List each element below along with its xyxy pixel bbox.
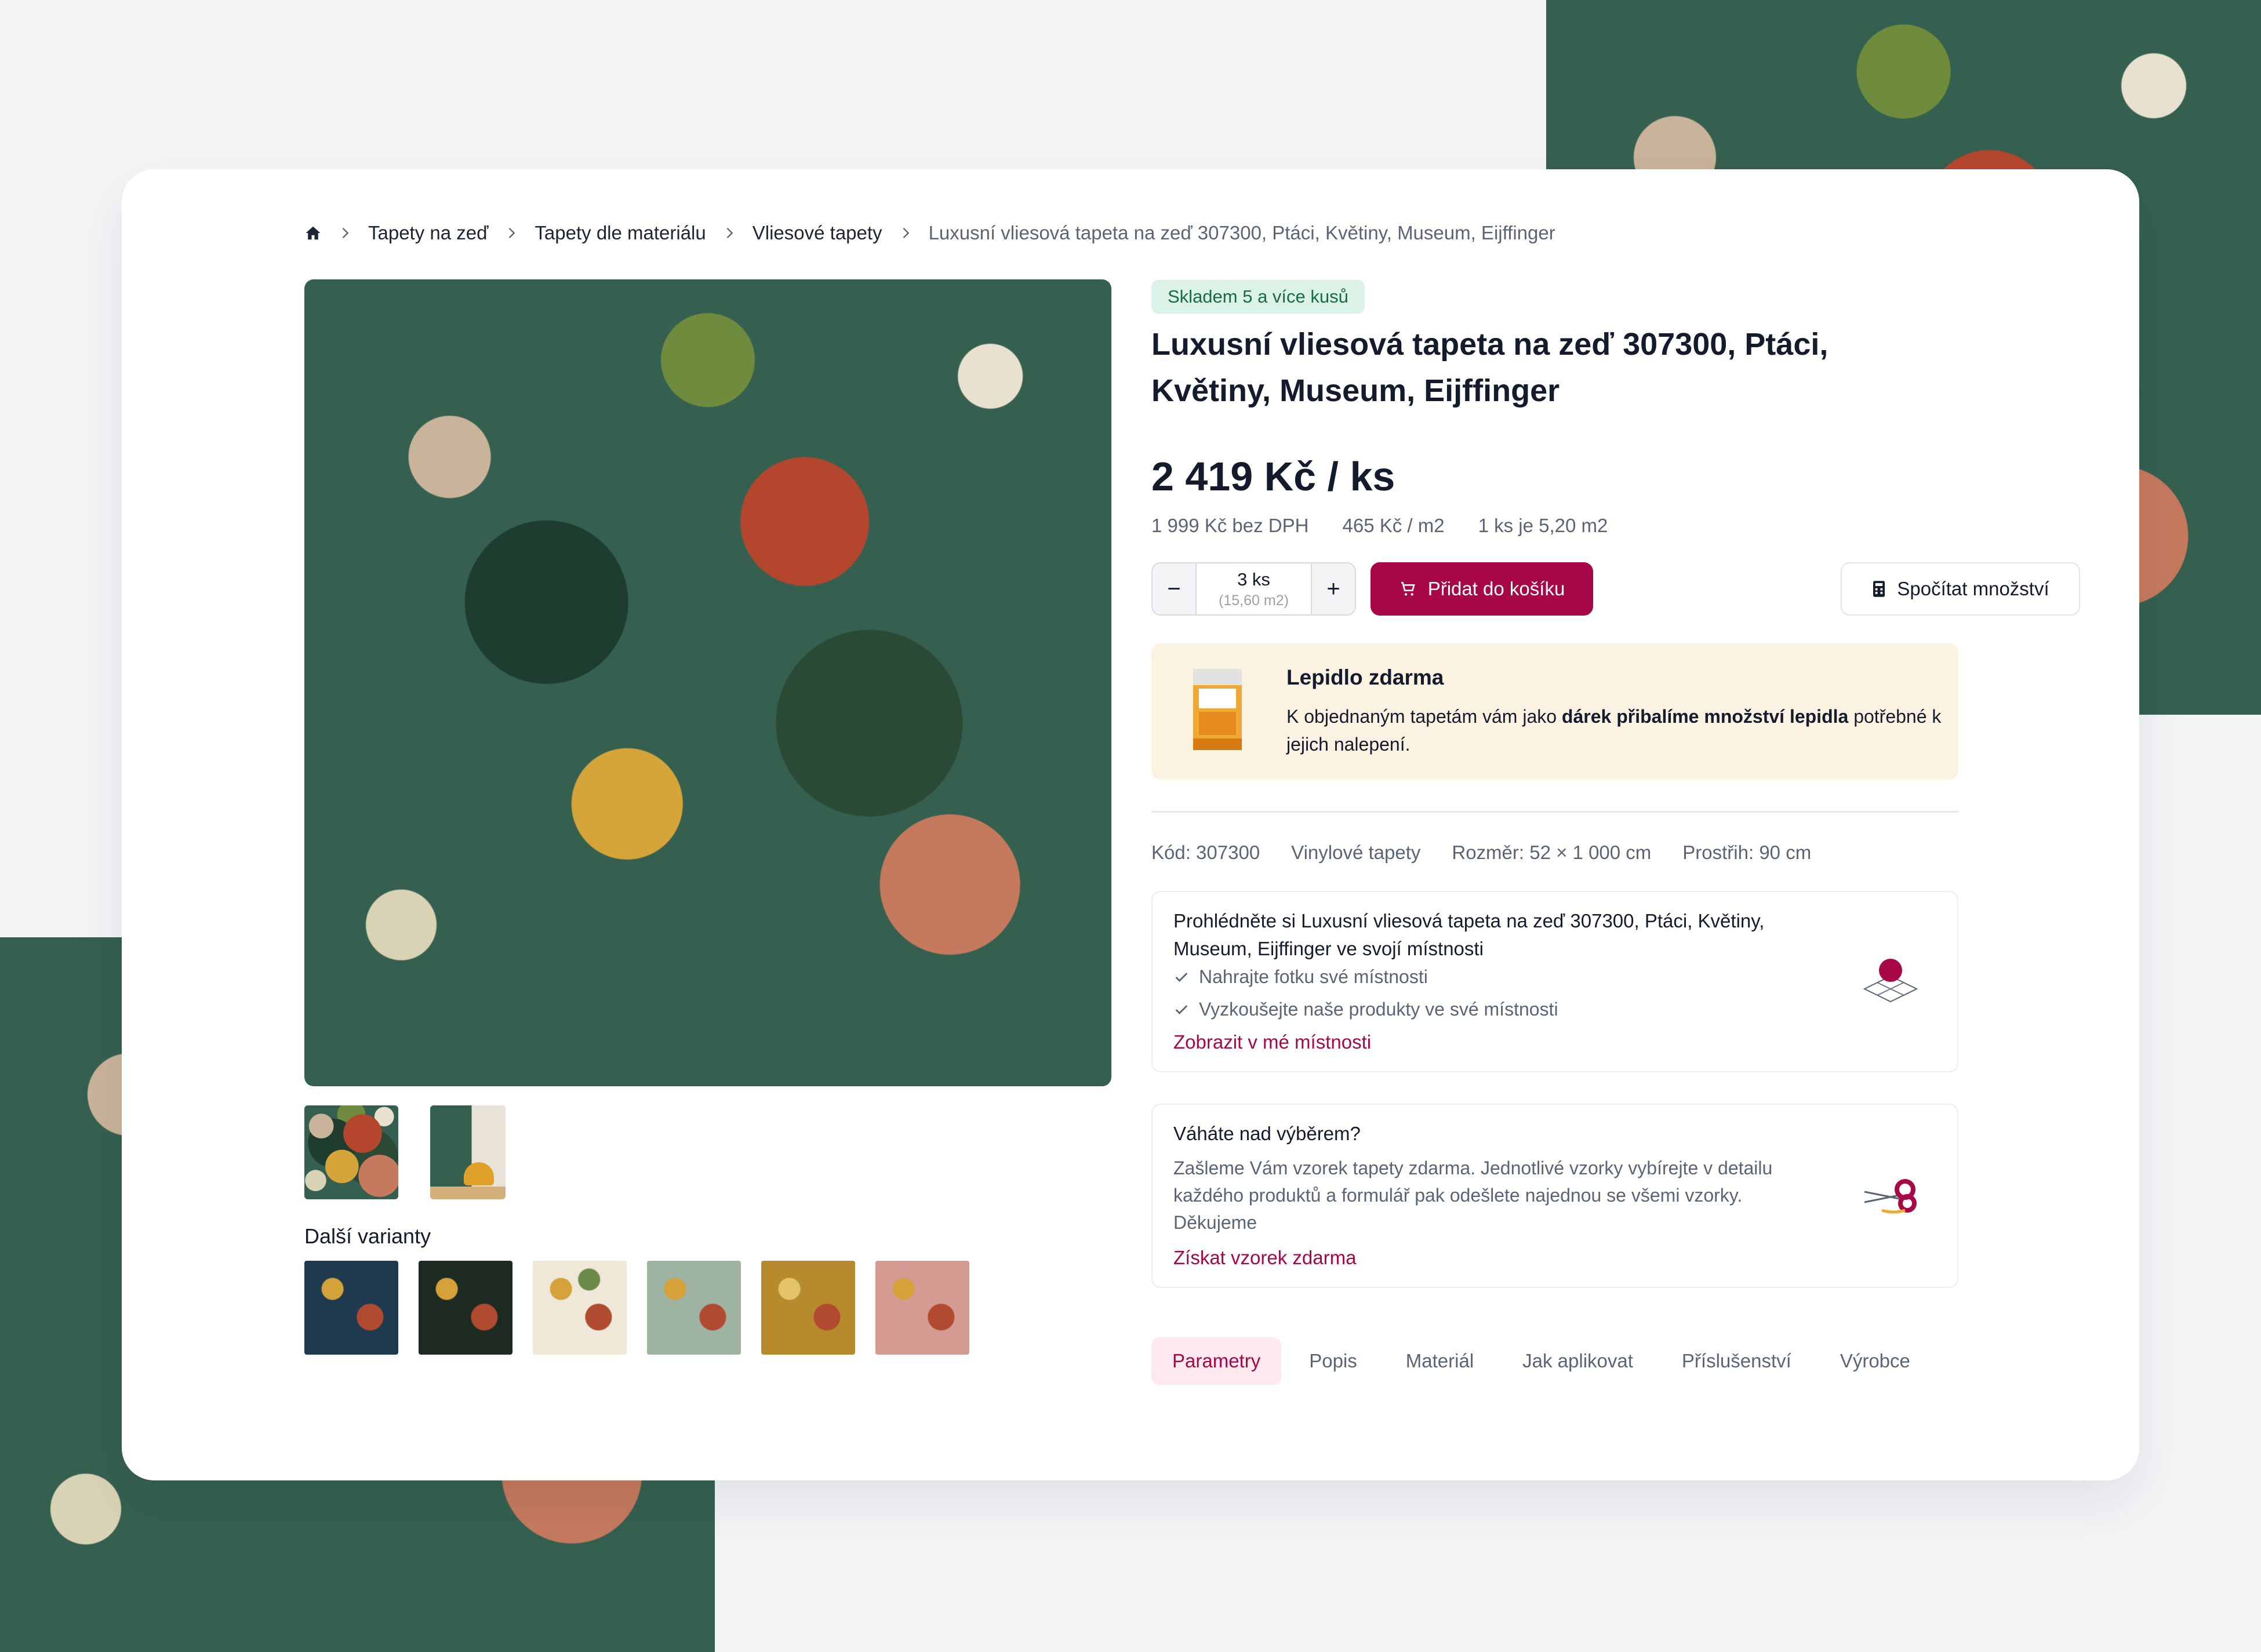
area-per-piece: 1 ks je 5,20 m2 — [1478, 515, 1608, 536]
add-to-cart-label: Přidat do košíku — [1427, 578, 1565, 599]
meta-repeat: Prostřih: 90 cm — [1682, 842, 1812, 863]
floral-pattern-image — [304, 279, 1111, 1086]
breadcrumb-current: Luxusní vliesová tapeta na zeď 307300, P… — [928, 222, 1555, 243]
quantity-area: (15,60 m2) — [1219, 592, 1289, 609]
tab-material[interactable]: Materiál — [1385, 1337, 1495, 1385]
glue-package-image — [1193, 669, 1242, 750]
variants-list — [304, 1261, 969, 1355]
quantity-increase-button[interactable]: + — [1312, 563, 1355, 614]
product-card: Tapety na zeď Tapety dle materiálu Vlies… — [122, 169, 2139, 1480]
variant-mustard[interactable] — [761, 1261, 855, 1355]
price-details: 1 999 Kč bez DPH 465 Kč / m2 1 ks je 5,2… — [1151, 515, 1608, 537]
product-title: Luxusní vliesová tapeta na zeď 307300, P… — [1151, 327, 1829, 408]
chevron-right-icon — [726, 228, 733, 238]
product-price: 2 419 Kč / ks — [1151, 454, 1395, 499]
stock-badge: Skladem 5 a více kusů — [1151, 280, 1365, 314]
variant-sage[interactable] — [647, 1261, 741, 1355]
tab-manufacturer[interactable]: Výrobce — [1819, 1337, 1931, 1385]
meta-size: Rozměr: 52 × 1 000 cm — [1452, 842, 1652, 863]
breadcrumb-link-nonwoven[interactable]: Vliesové tapety — [753, 222, 882, 244]
cart-icon — [1401, 582, 1415, 596]
calculator-icon — [1873, 581, 1885, 597]
product-main-image[interactable] — [304, 279, 1111, 1086]
tab-description[interactable]: Popis — [1288, 1337, 1378, 1385]
product-meta: Kód: 307300 Vinylové tapety Rozměr: 52 ×… — [1151, 842, 1811, 864]
variant-dark-blue[interactable] — [304, 1261, 398, 1355]
view-in-room-link[interactable]: Zobrazit v mé místnosti — [1173, 1031, 1371, 1053]
promo-text: K objednaným tapetám vám jako dárek přib… — [1286, 706, 1942, 755]
thumbnail-pattern-image — [304, 1105, 398, 1199]
check-icon — [1175, 1005, 1188, 1014]
chevron-right-icon — [509, 228, 515, 238]
room-visualizer-card: Prohlédněte si Luxusní vliesová tapeta n… — [1151, 891, 1958, 1072]
breadcrumb-link-by-material[interactable]: Tapety dle materiálu — [535, 222, 706, 244]
thumbnail-pattern[interactable] — [304, 1105, 398, 1199]
breadcrumb: Tapety na zeď Tapety dle materiálu Vlies… — [304, 216, 1555, 250]
product-tabs: Parametry Popis Materiál Jak aplikovat P… — [1151, 1337, 1938, 1385]
room-check-item: Vyzkoušejte naše produkty ve své místnos… — [1173, 999, 1558, 1020]
sample-card-text: Zašleme Vám vzorek tapety zdarma. Jednot… — [1173, 1158, 1773, 1233]
variant-cream[interactable] — [533, 1261, 627, 1355]
thumbnail-room[interactable] — [430, 1105, 506, 1199]
room-floor-image — [430, 1187, 506, 1199]
get-sample-link[interactable]: Získat vzorek zdarma — [1173, 1247, 1356, 1269]
quantity-field[interactable]: 3 ks (15,60 m2) — [1195, 563, 1312, 614]
check-icon — [1175, 972, 1188, 982]
meta-code: Kód: 307300 — [1151, 842, 1260, 863]
image-thumbnails — [304, 1105, 506, 1199]
divider — [1151, 811, 1958, 813]
quantity-decrease-button[interactable]: − — [1153, 563, 1195, 614]
calculate-quantity-label: Spočítat množství — [1897, 578, 2049, 599]
quantity-value: 3 ks — [1237, 569, 1270, 590]
variants-title: Další varianty — [304, 1224, 431, 1248]
room-visualizer-icon — [1863, 959, 1918, 1003]
add-to-cart-button[interactable]: Přidat do košíku — [1371, 562, 1593, 616]
promo-title: Lepidlo zdarma — [1286, 665, 1444, 689]
room-check-item: Nahrajte fotku své místnosti — [1173, 966, 1428, 988]
breadcrumb-link-wallpapers[interactable]: Tapety na zeď — [368, 222, 488, 244]
home-icon[interactable] — [304, 224, 322, 242]
room-card-title: Prohlédněte si Luxusní vliesová tapeta n… — [1173, 910, 1765, 959]
quantity-stepper: − 3 ks (15,60 m2) + — [1151, 562, 1356, 616]
price-per-m2: 465 Kč / m2 — [1342, 515, 1445, 536]
variant-pink[interactable] — [875, 1261, 969, 1355]
sample-card-title: Váháte nad výběrem? — [1173, 1123, 1361, 1144]
free-glue-promo: Lepidlo zdarma K objednaným tapetám vám … — [1151, 643, 1958, 780]
variant-black[interactable] — [419, 1261, 512, 1355]
free-sample-card: Váháte nad výběrem? Zašleme Vám vzorek t… — [1151, 1104, 1958, 1288]
chevron-right-icon — [903, 228, 909, 238]
meta-type: Vinylové tapety — [1291, 842, 1421, 863]
tab-accessories[interactable]: Příslušenství — [1661, 1337, 1812, 1385]
tab-how-to-apply[interactable]: Jak aplikovat — [1502, 1337, 1654, 1385]
scissors-icon — [1864, 1179, 1917, 1214]
price-ex-vat: 1 999 Kč bez DPH — [1151, 515, 1309, 536]
tab-parameters[interactable]: Parametry — [1151, 1337, 1282, 1385]
chevron-right-icon — [342, 228, 349, 238]
calculate-quantity-button[interactable]: Spočítat množství — [1841, 562, 2080, 616]
